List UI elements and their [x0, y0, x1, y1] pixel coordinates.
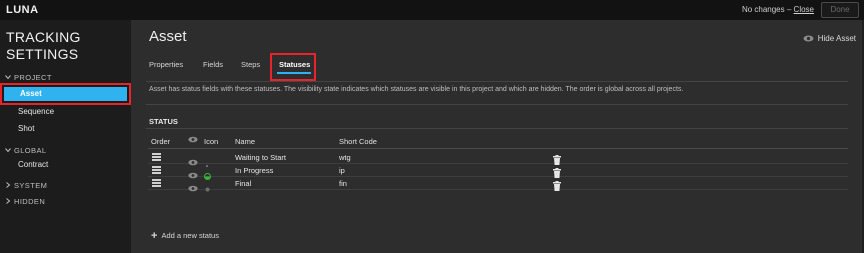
section-label: PROJECT [14, 73, 52, 82]
sidebar-item-sequence[interactable]: Sequence [18, 107, 54, 116]
section-label: HIDDEN [14, 197, 46, 206]
divider [146, 128, 848, 129]
sidebar-section-system[interactable]: SYSTEM [5, 181, 47, 190]
sidebar-item-contract[interactable]: Contract [18, 160, 48, 169]
column-header-visibility [188, 136, 198, 145]
table-row: Final fin [148, 177, 848, 192]
sidebar-title-line-2: SETTINGS [6, 46, 79, 62]
chevron-right-icon [6, 182, 11, 188]
trash-icon[interactable] [553, 178, 561, 196]
app-logo: LUNA [6, 4, 39, 16]
main-panel: Asset Hide Asset Properties Fields Steps… [131, 20, 862, 253]
eye-icon [803, 35, 814, 42]
column-header-name: Name [235, 137, 256, 146]
eye-icon [188, 185, 198, 192]
sidebar-section-project[interactable]: PROJECT [5, 73, 52, 82]
tab-fields[interactable]: Fields [203, 60, 223, 69]
drag-handle-icon[interactable] [152, 166, 161, 174]
divider [146, 104, 848, 105]
table-row: Waiting to Start wtg [148, 151, 848, 167]
status-short-code: fin [339, 179, 347, 188]
status-short-code: ip [339, 166, 345, 175]
divider [146, 81, 848, 82]
table-row: In Progress ip [148, 164, 848, 180]
sidebar-section-global[interactable]: GLOBAL [5, 146, 46, 155]
visibility-toggle[interactable] [188, 179, 198, 197]
sidebar-section-hidden[interactable]: HIDDEN [5, 197, 45, 206]
close-link[interactable]: Close [794, 5, 814, 14]
sidebar: TRACKING SETTINGS PROJECT Asset Sequence… [0, 20, 131, 253]
drag-handle-icon[interactable] [152, 153, 161, 161]
done-button[interactable]: Done [821, 2, 859, 18]
divider [148, 148, 848, 149]
status-name: Final [235, 179, 252, 188]
sidebar-item-shot[interactable]: Shot [18, 124, 34, 133]
save-status: No changes – Close [742, 5, 814, 14]
page-title: Asset [149, 28, 187, 45]
section-label: SYSTEM [14, 181, 48, 190]
add-status-button[interactable]: + Add a new status [151, 230, 219, 242]
top-bar: LUNA No changes – Close Done [0, 0, 864, 20]
chevron-right-icon [6, 198, 11, 204]
status-section-heading: STATUS [149, 117, 178, 126]
chevron-down-icon [5, 75, 11, 80]
save-status-text: No changes – [741, 5, 792, 14]
sidebar-item-label: Asset [20, 89, 42, 98]
drag-handle-icon[interactable] [152, 179, 161, 187]
status-name: In Progress [235, 166, 274, 175]
final-icon [204, 180, 211, 198]
asset-highlight-box: Asset [0, 83, 131, 105]
sidebar-title-line-1: TRACKING [6, 29, 81, 45]
sidebar-title: TRACKING SETTINGS [6, 29, 126, 63]
hide-asset-label: Hide Asset [817, 34, 856, 43]
add-status-label: Add a new status [161, 231, 219, 240]
tab-steps[interactable]: Steps [241, 60, 260, 69]
status-short-code: wtg [339, 153, 351, 162]
plus-icon: + [151, 230, 158, 242]
chevron-down-icon [5, 148, 11, 153]
active-tab-indicator [277, 72, 311, 74]
status-name: Waiting to Start [235, 153, 286, 162]
section-label: GLOBAL [14, 146, 47, 155]
statuses-description: Asset has status fields with these statu… [149, 86, 684, 93]
eye-icon [188, 136, 198, 143]
column-header-short-code: Short Code [339, 137, 377, 146]
sidebar-item-asset[interactable]: Asset [4, 87, 127, 101]
column-header-order: Order [151, 137, 171, 146]
hide-asset-toggle[interactable]: Hide Asset [803, 34, 856, 43]
tab-statuses[interactable]: Statuses [279, 60, 310, 69]
column-header-icon: Icon [204, 137, 219, 146]
tab-properties[interactable]: Properties [149, 60, 183, 69]
